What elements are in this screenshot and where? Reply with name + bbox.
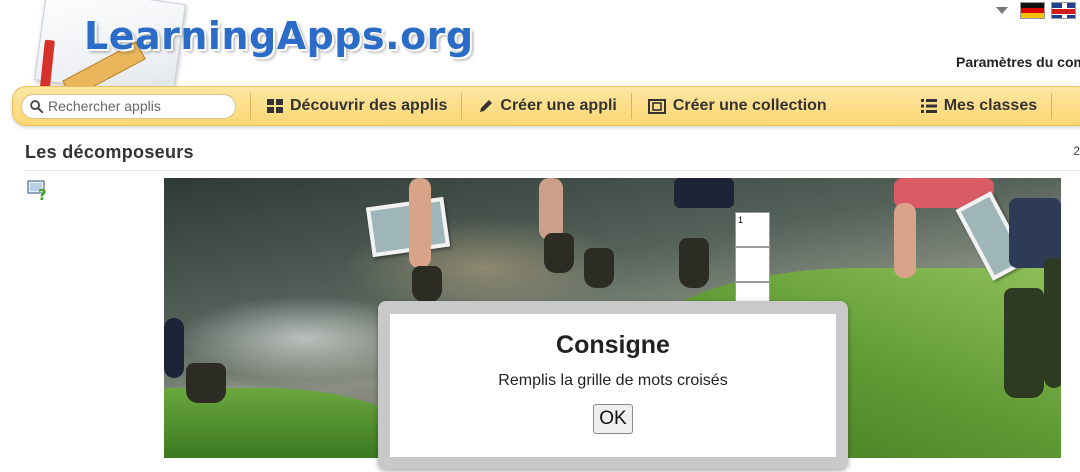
help-icon[interactable]: ?	[27, 179, 49, 201]
german-flag-icon[interactable]	[1020, 2, 1045, 19]
nav-my-classes-label: Mes classes	[943, 97, 1038, 114]
instruction-dialog: Consigne Remplis la grille de mots crois…	[378, 301, 848, 469]
nav-my-classes[interactable]: Mes classes	[920, 97, 1038, 115]
nav-create-app[interactable]: Créer une appli	[478, 97, 617, 115]
crossword-cell[interactable]	[735, 247, 770, 282]
photo-leg	[409, 178, 431, 268]
uk-flag-icon[interactable]	[1051, 2, 1076, 19]
page-title: Les décomposeurs	[25, 142, 194, 162]
nav-divider	[630, 93, 632, 119]
photo-leg	[674, 178, 734, 208]
logo-text: LearningApps.org	[84, 14, 474, 58]
crossword-number: 1	[738, 215, 744, 225]
photo-leg	[894, 203, 916, 278]
list-icon	[920, 99, 937, 113]
photo-boot	[679, 238, 709, 288]
nav-create-collection-label: Créer une collection	[672, 97, 827, 114]
photo-boot	[544, 233, 574, 273]
nav-create-collection[interactable]: Créer une collection	[647, 97, 827, 115]
photo-leg	[539, 178, 563, 240]
photo-leg	[164, 318, 184, 378]
photo-boot	[1004, 288, 1044, 398]
search-input[interactable]	[48, 98, 218, 114]
dropdown-caret-icon[interactable]	[996, 7, 1008, 14]
photo-boot	[412, 266, 442, 302]
nav-divider	[1051, 93, 1053, 119]
main-navbar: Découvrir des applis Créer une appli Cré…	[12, 86, 1080, 126]
logo[interactable]: LearningApps.org	[22, 0, 473, 100]
page-count: 2	[1073, 144, 1080, 158]
grid-icon	[267, 99, 283, 113]
search-icon	[30, 99, 43, 113]
instruction-dialog-body: Consigne Remplis la grille de mots crois…	[390, 314, 836, 457]
dialog-title: Consigne	[556, 331, 670, 359]
search-box[interactable]	[21, 93, 236, 119]
account-settings-link[interactable]: Paramètres du compte	[956, 54, 1080, 70]
language-selector[interactable]	[996, 2, 1076, 19]
nav-discover-apps-label: Découvrir des applis	[290, 97, 448, 114]
ok-button[interactable]: OK	[593, 404, 633, 434]
photo-boot	[1044, 258, 1061, 388]
nav-divider	[461, 93, 463, 119]
pencil-icon	[480, 99, 493, 112]
title-divider	[25, 170, 1080, 171]
nav-create-app-label: Créer une appli	[500, 97, 617, 114]
nav-divider	[250, 93, 251, 119]
crossword-cell[interactable]: 1	[735, 212, 770, 247]
photo-boot	[186, 363, 226, 403]
collection-icon	[647, 98, 666, 114]
dialog-text: Remplis la grille de mots croisés	[498, 372, 728, 389]
nav-discover-apps[interactable]: Découvrir des applis	[267, 97, 447, 115]
photo-boot	[584, 248, 614, 288]
svg-text:?: ?	[38, 186, 47, 201]
